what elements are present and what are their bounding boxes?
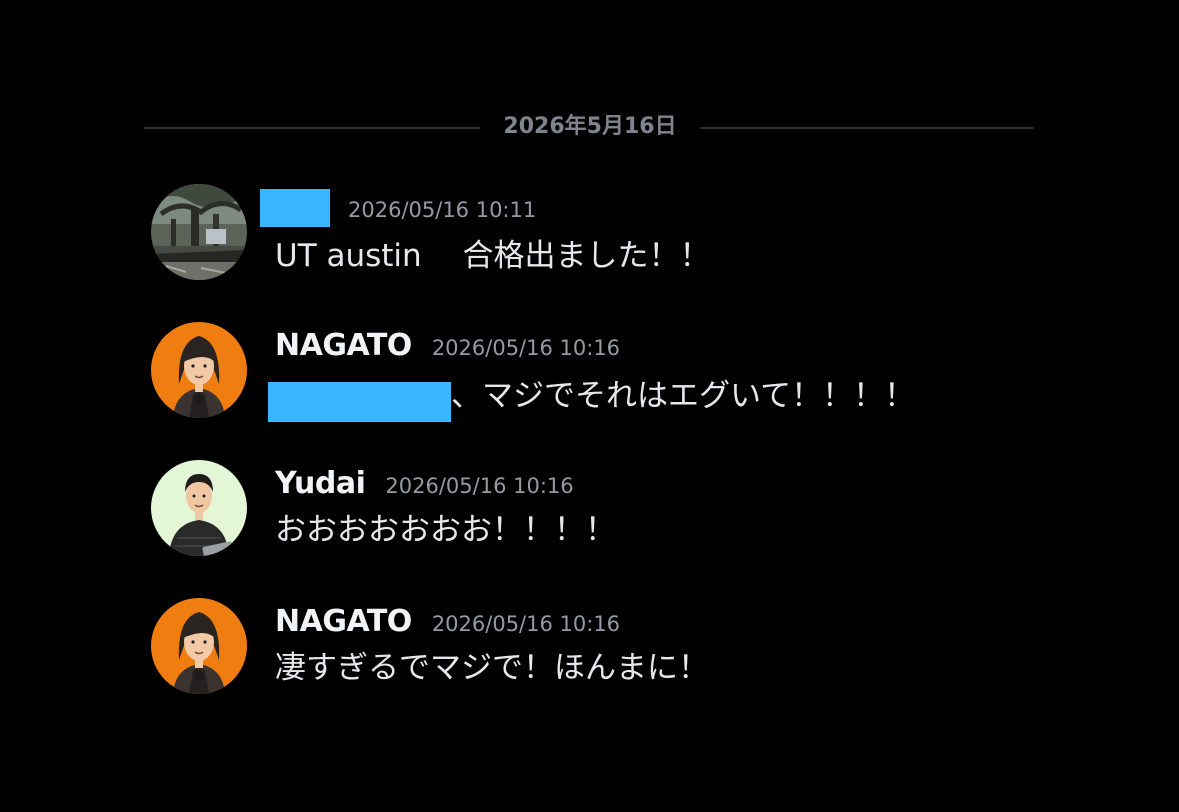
illustrated-avatar-icon — [151, 460, 247, 556]
message-text: 凄すぎるでマジで！ほんまに！ — [275, 650, 709, 686]
timestamp: 2026/05/16 10:16 — [431, 612, 621, 636]
date-divider: 2026年5月16日 — [144, 112, 1034, 142]
message-text: おおおおおおお！！！！ — [275, 512, 616, 548]
avatar[interactable] — [151, 460, 247, 556]
timestamp: 2026/05/16 10:16 — [385, 474, 574, 498]
message-header: NAGATO 2026/05/16 10:16 — [275, 600, 620, 644]
message-content: 、マジでそれはエグいて！！！！ — [268, 370, 916, 422]
message-item: NAGATO 2026/05/16 10:16 凄すぎるでマジで！ほんまに！ — [151, 598, 1051, 694]
message-text: UT austin 合格出ました！！ — [275, 238, 711, 274]
divider-line-right — [700, 127, 1034, 129]
message-item: 2026/05/16 10:11 UT austin 合格出ました！！ — [151, 184, 1051, 280]
date-divider-label: 2026年5月16日 — [503, 114, 677, 139]
username[interactable]: NAGATO — [275, 324, 412, 368]
avatar[interactable] — [151, 184, 247, 280]
avatar[interactable] — [151, 598, 247, 694]
timestamp: 2026/05/16 10:16 — [431, 336, 621, 360]
message-content: UT austin 合格出ました！！ — [275, 234, 711, 278]
username[interactable]: NAGATO — [275, 600, 412, 644]
timestamp: 2026/05/16 10:11 — [348, 198, 537, 222]
message-header: NAGATO 2026/05/16 10:16 — [275, 324, 620, 368]
redacted-mention — [268, 382, 451, 422]
message-header: 2026/05/16 10:11 — [260, 186, 537, 230]
username[interactable]: Yudai — [275, 462, 366, 506]
message-header: Yudai 2026/05/16 10:16 — [275, 462, 574, 506]
message-content: 凄すぎるでマジで！ほんまに！ — [275, 646, 709, 690]
illustrated-avatar-icon — [151, 598, 247, 694]
photo-avatar-icon — [151, 184, 247, 280]
message-text: 、マジでそれはエグいて！！！！ — [451, 378, 916, 414]
avatar[interactable] — [151, 322, 247, 418]
message-item: NAGATO 2026/05/16 10:16 、マジでそれはエグいて！！！！ — [151, 322, 1051, 422]
redacted-username — [260, 189, 330, 227]
divider-line-left — [144, 127, 480, 129]
illustrated-avatar-icon — [151, 322, 247, 418]
message-content: おおおおおおお！！！！ — [275, 508, 616, 552]
message-item: Yudai 2026/05/16 10:16 おおおおおおお！！！！ — [151, 460, 1051, 556]
